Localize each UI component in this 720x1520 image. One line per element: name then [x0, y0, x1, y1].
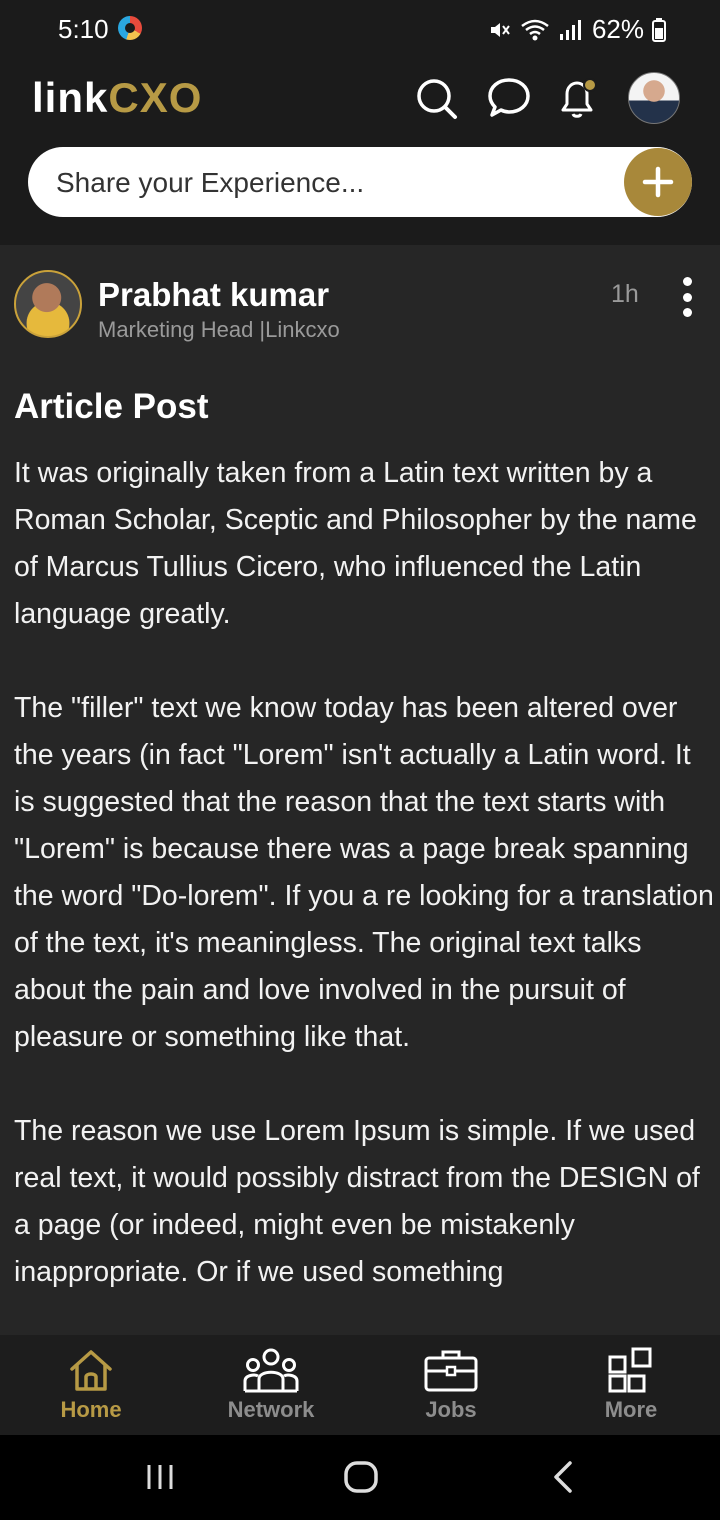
recent-apps-button[interactable] [144, 1457, 176, 1497]
system-navigation-bar [0, 1435, 720, 1520]
nav-home[interactable]: Home [1, 1335, 181, 1435]
bell-icon [561, 78, 597, 118]
back-button[interactable] [550, 1457, 578, 1497]
more-dot-icon [682, 308, 692, 317]
more-dot-icon [682, 292, 692, 302]
search-icon [417, 79, 457, 119]
nav-more[interactable]: More [541, 1335, 720, 1435]
logo-text-cxo: CXO [108, 74, 203, 121]
author-role: Marketing Head |Linkcxo [98, 317, 340, 342]
home-icon [70, 1350, 112, 1391]
post-body: It was originally taken from a Latin tex… [14, 450, 714, 1335]
battery-icon [652, 17, 666, 42]
chat-button[interactable] [481, 70, 537, 126]
home-circle-icon [344, 1461, 378, 1493]
grid-icon [608, 1347, 652, 1393]
post-paragraph: It was originally taken from a Latin tex… [14, 457, 697, 630]
wifi-icon [521, 19, 549, 40]
nav-jobs[interactable]: Jobs [361, 1335, 541, 1435]
plus-icon [642, 166, 674, 198]
post-paragraph: The "filler" text we know today has been… [14, 692, 714, 1053]
chat-icon [488, 78, 530, 117]
nav-jobs-label: Jobs [425, 1397, 477, 1422]
more-dot-icon [682, 277, 692, 286]
post-title: Article Post [14, 387, 209, 426]
author-name[interactable]: Prabhat kumar [98, 276, 329, 314]
briefcase-icon [424, 1350, 478, 1392]
logo-text-link: link [32, 74, 109, 121]
app-header: linkCXO Share your Experience... [0, 60, 720, 245]
share-experience-input[interactable]: Share your Experience... [28, 147, 692, 217]
status-time: 5:10 [58, 14, 109, 44]
bottom-navigation: Home Network Jobs More [0, 1335, 720, 1435]
home-system-button[interactable] [343, 1457, 379, 1497]
app-notification-icon [118, 16, 142, 40]
add-post-button[interactable] [624, 148, 692, 216]
mute-icon [490, 22, 510, 37]
article-post: Prabhat kumar Marketing Head |Linkcxo 1h… [0, 245, 720, 1335]
nav-network[interactable]: Network [181, 1335, 361, 1435]
nav-home-label: Home [60, 1397, 122, 1422]
recents-icon [147, 1465, 173, 1489]
signal-icon [559, 19, 581, 40]
status-bar: 5:10 62% [0, 0, 720, 60]
notifications-button[interactable] [549, 70, 605, 126]
profile-avatar[interactable] [628, 72, 680, 124]
post-time: 1h [611, 280, 639, 308]
people-icon [243, 1348, 299, 1393]
nav-network-label: Network [227, 1397, 315, 1422]
post-more-options-button[interactable] [676, 277, 698, 317]
share-placeholder: Share your Experience... [56, 167, 365, 198]
author-avatar[interactable] [14, 270, 82, 338]
app-logo: linkCXO [32, 74, 202, 122]
nav-more-label: More [604, 1397, 658, 1422]
status-icons: 62% [488, 14, 666, 45]
battery-percent: 62% [591, 14, 644, 44]
back-chevron-icon [554, 1461, 572, 1493]
search-button[interactable] [408, 70, 464, 126]
post-paragraph: The reason we use Lorem Ipsum is simple.… [14, 1115, 700, 1288]
